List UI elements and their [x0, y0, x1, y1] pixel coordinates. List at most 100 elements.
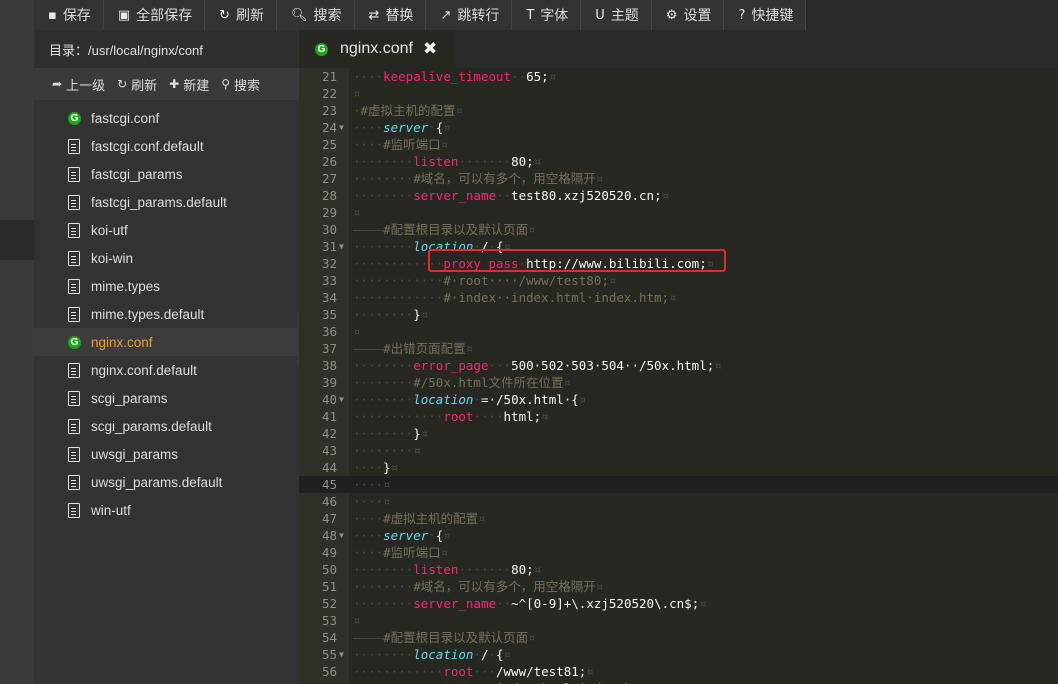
file-item[interactable]: fastcgi.conf.default — [34, 132, 299, 160]
code-line[interactable]: 55 ▼ ········location·/·{¤ — [299, 646, 1058, 663]
code-editor[interactable]: 21 ····keepalive_timeout··65;¤ 22 ¤ 23 ·#虚拟主机… — [299, 68, 1058, 684]
code-line[interactable]: 56 ············root···/www/test81;¤ — [299, 663, 1058, 680]
code-line[interactable]: 25 ····#监听端口¤ — [299, 136, 1058, 153]
code-line[interactable]: 24 ▼ ····server·{¤ — [299, 119, 1058, 136]
code-line[interactable]: 36 ¤ — [299, 323, 1058, 340]
code-line[interactable]: 34 ············#·index··index.html·index.… — [299, 289, 1058, 306]
code-line[interactable]: 28 ········server_name··test80.xzj520520.… — [299, 187, 1058, 204]
fold-toggle-icon[interactable]: ▼ — [339, 119, 344, 136]
code-token: ¤ — [420, 426, 429, 441]
code-token: ········ — [353, 188, 414, 203]
code-line[interactable]: 39 ········#/50x.html文件所在位置¤ — [299, 374, 1058, 391]
code-line[interactable]: 51 ········#域名，可以有多个，用空格隔开¤ — [299, 578, 1058, 595]
file-icon — [68, 138, 80, 154]
file-item[interactable]: win-utf — [34, 496, 299, 524]
file-item[interactable]: mime.types — [34, 272, 299, 300]
code-line[interactable]: 35 ········}¤ — [299, 306, 1058, 323]
sidebar-search-button[interactable]: ⚲ 搜索 — [221, 75, 260, 94]
code-token: ········¤ — [353, 443, 421, 458]
search-icon: ⚲ — [221, 77, 231, 91]
code-line[interactable]: 46 ····¤ — [299, 493, 1058, 510]
file-item[interactable]: scgi_params — [34, 384, 299, 412]
code-line[interactable]: 21 ····keepalive_timeout··65;¤ — [299, 68, 1058, 85]
code-line[interactable]: 29 ¤ — [299, 204, 1058, 221]
shortcuts-button[interactable]: ? 快捷键 — [724, 0, 807, 30]
line-code: ········server_name··~^[0-9]+\.xzj520520… — [353, 595, 707, 612]
code-line[interactable]: 45 ····¤ — [299, 476, 1058, 493]
fold-toggle-icon[interactable]: ▼ — [339, 238, 344, 255]
file-item[interactable]: fastcgi_params — [34, 160, 299, 188]
code-line[interactable]: 38 ········error_page···500·502·503·504··… — [299, 357, 1058, 374]
save-button[interactable]: ▪ 保存 — [34, 0, 104, 30]
font-button[interactable]: T 字体 — [512, 0, 582, 30]
tab-nginx-conf[interactable]: G nginx.conf ✖ — [299, 30, 455, 68]
plus-icon: ✚ — [169, 77, 180, 91]
code-token: ···· — [353, 545, 384, 560]
line-code: ————#配置根目录以及默认页面¤ — [353, 221, 536, 238]
code-token: #·index··index.html·index.htm; — [443, 290, 670, 305]
file-icon — [68, 194, 80, 210]
fold-toggle-icon[interactable]: ▼ — [339, 527, 344, 544]
replace-button[interactable]: ⇄ 替换 — [354, 0, 427, 30]
file-item[interactable]: uwsgi_params.default — [34, 468, 299, 496]
code-line[interactable]: 53 ¤ — [299, 612, 1058, 629]
code-line[interactable]: 41 ············root····html;¤ — [299, 408, 1058, 425]
code-line[interactable]: 50 ········listen·······80;¤ — [299, 561, 1058, 578]
line-code: ········listen·······80;¤ — [353, 153, 541, 170]
code-token: location — [413, 647, 474, 662]
line-number: 37 — [321, 341, 337, 356]
save-all-button[interactable]: ▣ 全部保存 — [103, 0, 206, 30]
sidebar-refresh-button[interactable]: ↻ 刷新 — [117, 75, 157, 94]
code-line[interactable]: 49 ····#监听端口¤ — [299, 544, 1058, 561]
file-item[interactable]: scgi_params.default — [34, 412, 299, 440]
code-line[interactable]: 48 ▼ ····server·{¤ — [299, 527, 1058, 544]
settings-button[interactable]: ⚙ 设置 — [651, 0, 725, 30]
fold-toggle-icon[interactable]: ▼ — [339, 646, 344, 663]
line-code: ¤ — [353, 85, 361, 102]
line-code: ····#虚拟主机的配置¤ — [353, 510, 486, 527]
code-line[interactable]: 42 ········}¤ — [299, 425, 1058, 442]
theme-button[interactable]: U 主题 — [581, 0, 652, 30]
code-token: ¤ — [669, 290, 677, 305]
file-icon — [68, 166, 80, 182]
file-item[interactable]: uwsgi_params — [34, 440, 299, 468]
code-token: ¤ — [443, 528, 451, 543]
file-item[interactable]: koi-win — [34, 244, 299, 272]
code-line[interactable]: 27 ········#域名，可以有多个，用空格隔开¤ — [299, 170, 1058, 187]
up-level-button[interactable]: ➦ 上一级 — [52, 75, 105, 94]
code-line[interactable]: 22 ¤ — [299, 85, 1058, 102]
code-line[interactable]: 26 ········listen·······80;¤ — [299, 153, 1058, 170]
code-token: keepalive_timeout — [383, 69, 512, 84]
goto-line-button[interactable]: ↗ 跳转行 — [426, 0, 513, 30]
close-icon[interactable]: ✖ — [423, 39, 437, 59]
code-line[interactable]: 57 ············index··index.html·index.ht… — [299, 680, 1058, 684]
code-line[interactable]: 47 ····#虚拟主机的配置¤ — [299, 510, 1058, 527]
code-line[interactable]: 44 ····}¤ — [299, 459, 1058, 476]
code-line[interactable]: 54 ————#配置根目录以及默认页面¤ — [299, 629, 1058, 646]
file-item[interactable]: Gnginx.conf — [34, 328, 299, 356]
file-item[interactable]: nginx.conf.default — [34, 356, 299, 384]
file-item[interactable]: Gfastcgi.conf — [34, 104, 299, 132]
code-token: 500·502·503·504··/50x.html; — [511, 358, 715, 373]
fold-toggle-icon[interactable]: ▼ — [339, 391, 344, 408]
code-token: ¤ — [563, 375, 572, 390]
line-number: 53 — [321, 613, 337, 628]
code-line[interactable]: 43 ········¤ — [299, 442, 1058, 459]
code-line[interactable]: 33 ············#·root····/www/test80;¤ — [299, 272, 1058, 289]
file-item[interactable]: fastcgi_params.default — [34, 188, 299, 216]
code-token: ···· — [353, 528, 384, 543]
file-item[interactable]: mime.types.default — [34, 300, 299, 328]
code-line[interactable]: 37 ————#出错页面配置¤ — [299, 340, 1058, 357]
new-file-button[interactable]: ✚ 新建 — [169, 75, 209, 94]
code-token: ········ — [353, 171, 414, 186]
code-line[interactable]: 23 ·#虚拟主机的配置¤ — [299, 102, 1058, 119]
file-name: mime.types.default — [91, 306, 205, 322]
file-item[interactable]: koi-utf — [34, 216, 299, 244]
code-line[interactable]: 52 ········server_name··~^[0-9]+\.xzj5205… — [299, 595, 1058, 612]
code-line[interactable]: 40 ▼ ········location·=·/50x.html·{¤ — [299, 391, 1058, 408]
line-number: 46 — [321, 494, 337, 509]
refresh-button[interactable]: ↻ 刷新 — [205, 0, 278, 30]
search-button[interactable]: 🔍︎ 搜索 — [277, 0, 355, 30]
code-token: ¤ — [440, 137, 449, 152]
code-line[interactable]: 30 ————#配置根目录以及默认页面¤ — [299, 221, 1058, 238]
